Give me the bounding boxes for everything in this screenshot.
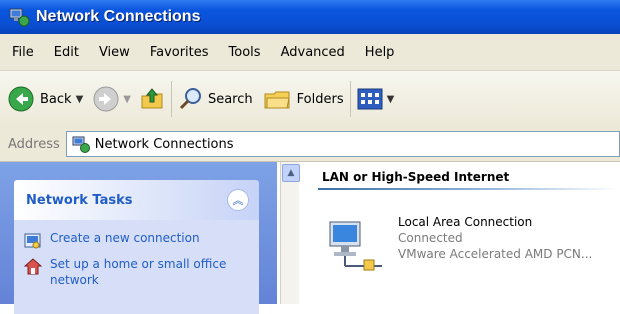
folders-icon [264,91,290,109]
network-tasks-title: Network Tasks [26,192,133,208]
search-button[interactable]: Search [178,77,253,121]
views-icon [357,88,383,110]
folders-label: Folders [296,91,344,107]
forward-dropdown-icon[interactable]: ▼ [123,94,131,105]
search-icon [179,88,201,110]
up-folder-icon [141,88,163,109]
search-label: Search [207,91,253,107]
menu-help[interactable]: Help [357,45,403,60]
address-bar: Address Network Connections [0,127,620,162]
connection-device: VMware Accelerated AMD PCN... [398,247,593,261]
scroll-up-icon[interactable]: ▲ [282,164,300,182]
task-pane: Network Tasks ︽ Create a new connection … [0,162,277,314]
lan-connection-icon [329,221,382,271]
home-network-icon [24,258,42,275]
network-tasks-panel: Network Tasks ︽ Create a new connection … [14,180,259,314]
network-tasks-header[interactable]: Network Tasks ︽ [14,180,259,220]
menu-tools[interactable]: Tools [221,45,269,60]
back-label: Back [40,91,72,107]
address-label: Address [8,136,60,152]
toolbar-separator-2 [349,81,351,117]
address-field[interactable]: Network Connections [65,131,620,157]
local-area-connection-item[interactable]: Local Area Connection Connected VMware A… [324,214,592,274]
group-divider [318,188,618,190]
menu-edit[interactable]: Edit [46,45,87,60]
connection-status: Connected [398,231,463,245]
toolbar: Back ▼ ▼ Search Folders ▼ [0,71,620,128]
forward-icon [93,86,119,112]
group-title: LAN or High-Speed Internet [322,170,510,184]
menu-file[interactable]: File [4,45,42,60]
title-bar: Network Connections [0,0,620,34]
task-home-network[interactable]: Set up a home or small office network [24,256,259,288]
task-home-network-label: Set up a home or small office network [50,257,227,287]
connections-list: LAN or High-Speed Internet Local Area Co… [300,162,620,304]
network-connections-icon [9,8,30,27]
address-value: Network Connections [94,136,234,152]
back-icon [8,86,34,112]
network-tasks-list: Create a new connection Set up a home or… [14,220,259,314]
menu-view[interactable]: View [91,45,138,60]
connection-name: Local Area Connection [398,215,533,229]
menu-favorites[interactable]: Favorites [142,45,217,60]
views-button[interactable]: ▼ [357,77,399,121]
back-button[interactable]: Back ▼ [8,77,87,121]
menu-bar: File Edit View Favorites Tools Advanced … [0,34,620,71]
window-title: Network Connections [36,8,201,25]
task-create-connection[interactable]: Create a new connection [24,230,259,250]
network-connections-icon [72,136,90,153]
collapse-chevron-icon[interactable]: ︽ [227,189,249,211]
views-dropdown-icon[interactable]: ▼ [387,94,395,105]
toolbar-separator [170,81,172,117]
new-connection-icon [24,233,41,249]
folders-button[interactable]: Folders [263,77,344,121]
vertical-scrollbar[interactable]: ▲ [280,162,300,304]
up-folder-button[interactable] [139,77,165,121]
back-dropdown-icon[interactable]: ▼ [76,94,84,105]
menu-advanced[interactable]: Advanced [273,45,353,60]
forward-button[interactable]: ▼ [93,77,135,121]
task-create-connection-label: Create a new connection [50,231,200,245]
